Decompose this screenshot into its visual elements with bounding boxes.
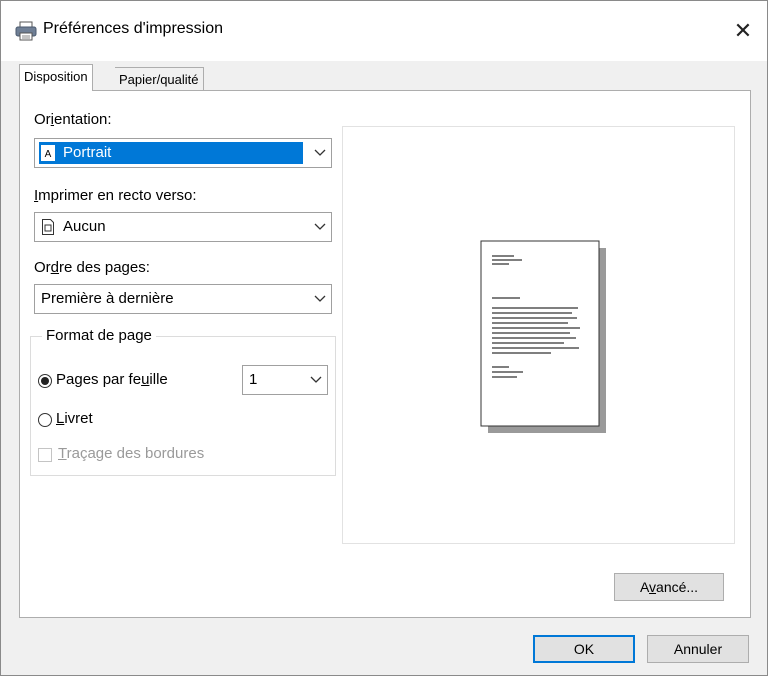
pages-per-sheet-radio[interactable] bbox=[38, 374, 52, 388]
duplex-label: Imprimer en recto verso: bbox=[34, 187, 197, 204]
print-preferences-dialog: Préférences d'impression ✕ Disposition P… bbox=[0, 0, 768, 676]
booklet-label: Livret bbox=[56, 410, 93, 427]
tab-paper-quality[interactable]: Papier/qualité bbox=[115, 67, 204, 91]
chevron-down-icon bbox=[314, 223, 326, 230]
duplex-select[interactable]: Aucun bbox=[34, 212, 332, 242]
window-title: Préférences d'impression bbox=[43, 20, 224, 37]
pages-per-sheet-value: 1 bbox=[249, 371, 258, 388]
chevron-down-icon bbox=[310, 376, 322, 383]
orientation-value: Portrait bbox=[63, 144, 112, 161]
svg-text:A: A bbox=[45, 149, 52, 160]
page-preview-icon bbox=[480, 240, 606, 433]
orientation-label: Orientation: bbox=[34, 111, 112, 128]
chevron-down-icon bbox=[314, 149, 326, 156]
tab-disposition[interactable]: Disposition bbox=[19, 64, 93, 91]
page-order-value: Première à dernière bbox=[41, 290, 174, 307]
page-order-label: Ordre des pages: bbox=[34, 259, 150, 276]
tab-panel-disposition: Orientation: A Portrait Imprimer en rect… bbox=[19, 90, 751, 618]
booklet-radio[interactable] bbox=[38, 413, 52, 427]
printer-icon bbox=[15, 21, 37, 41]
close-icon: ✕ bbox=[733, 18, 753, 43]
page-format-title: Format de page bbox=[42, 327, 156, 344]
page-order-select[interactable]: Première à dernière bbox=[34, 284, 332, 314]
layout-preview bbox=[342, 126, 735, 544]
close-button[interactable]: ✕ bbox=[725, 13, 761, 49]
portrait-doc-icon: A bbox=[41, 145, 55, 161]
cancel-button[interactable]: Annuler bbox=[647, 635, 749, 663]
title-bar: Préférences d'impression ✕ bbox=[1, 1, 767, 61]
document-icon bbox=[42, 219, 54, 235]
pages-per-sheet-label: Pages par feuille bbox=[56, 371, 168, 388]
chevron-down-icon bbox=[314, 295, 326, 302]
tab-strip: Disposition Papier/qualité bbox=[1, 61, 767, 91]
borders-label: Traçage des bordures bbox=[58, 445, 205, 462]
borders-checkbox[interactable] bbox=[38, 448, 52, 462]
duplex-value: Aucun bbox=[63, 218, 106, 235]
ok-button[interactable]: OK bbox=[533, 635, 635, 663]
orientation-select[interactable]: A Portrait bbox=[34, 138, 332, 168]
advanced-button[interactable]: Avancé... bbox=[614, 573, 724, 601]
pages-per-sheet-select[interactable]: 1 bbox=[242, 365, 328, 395]
